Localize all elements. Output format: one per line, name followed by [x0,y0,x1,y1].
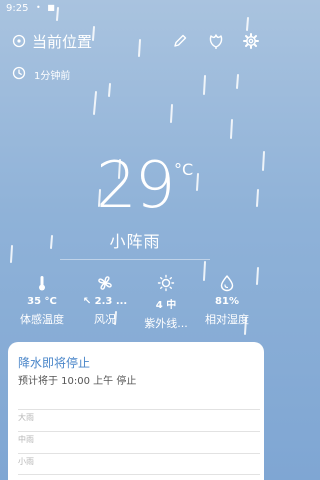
stat-feels-like[interactable]: 35 °C 体感温度 [12,274,72,327]
stat-uv[interactable]: 4 中 紫外线... [136,274,196,331]
scale-line [18,409,260,410]
scale-label-heavy: 大雨 [18,413,34,422]
location-name[interactable]: 当前位置 [32,31,92,52]
location-pin-icon [12,34,26,48]
divider [60,259,210,260]
sun-icon [157,274,175,292]
stat-label: 风况 [94,313,116,326]
edit-icon[interactable] [171,32,189,50]
status-indicators: • ■ [36,3,57,12]
droplet-icon [220,275,234,292]
stat-humidity[interactable]: 81% 相对湿度 [197,274,257,327]
scale-label-moderate: 中雨 [18,435,34,444]
status-bar: 9:25 • ■ [0,0,270,18]
stat-value: 35 °C [27,296,57,307]
leaf-icon[interactable] [207,32,225,50]
temperature-unit: °C [174,160,194,179]
scale-line [18,453,260,454]
scale-label-light: 小雨 [18,457,34,466]
weather-stats: 35 °C 体感温度 ↖ 2.3 ... 风况 4 中 紫外线... 81% 相… [0,274,270,334]
gear-icon[interactable] [242,32,260,50]
weather-condition: 小阵雨 [109,232,161,251]
thermometer-icon [39,276,45,291]
stat-value: 4 中 [155,300,177,311]
update-time-text: 1分钟前 [34,71,71,82]
scale-line [18,474,260,475]
stat-value: 81% [215,296,239,307]
clock-icon [12,66,26,80]
status-time: 9:25 [6,3,29,14]
stat-value: ↖ 2.3 ... [82,296,128,307]
precipitation-title: 降水即将停止 [18,356,91,370]
stat-label: 紫外线... [144,317,188,330]
stat-label: 相对湿度 [205,313,249,326]
current-temperature: 29 [96,149,175,223]
location-header: 当前位置 [0,28,270,56]
stat-label: 体感温度 [20,313,64,326]
precipitation-card[interactable]: 降水即将停止 预计将于 10:00 上午 停止 大雨 中雨 小雨 [8,342,264,480]
fan-icon [98,276,112,290]
scale-line [18,431,260,432]
stat-wind[interactable]: ↖ 2.3 ... 风况 [75,274,135,327]
precipitation-subtitle: 预计将于 10:00 上午 停止 [18,376,137,387]
